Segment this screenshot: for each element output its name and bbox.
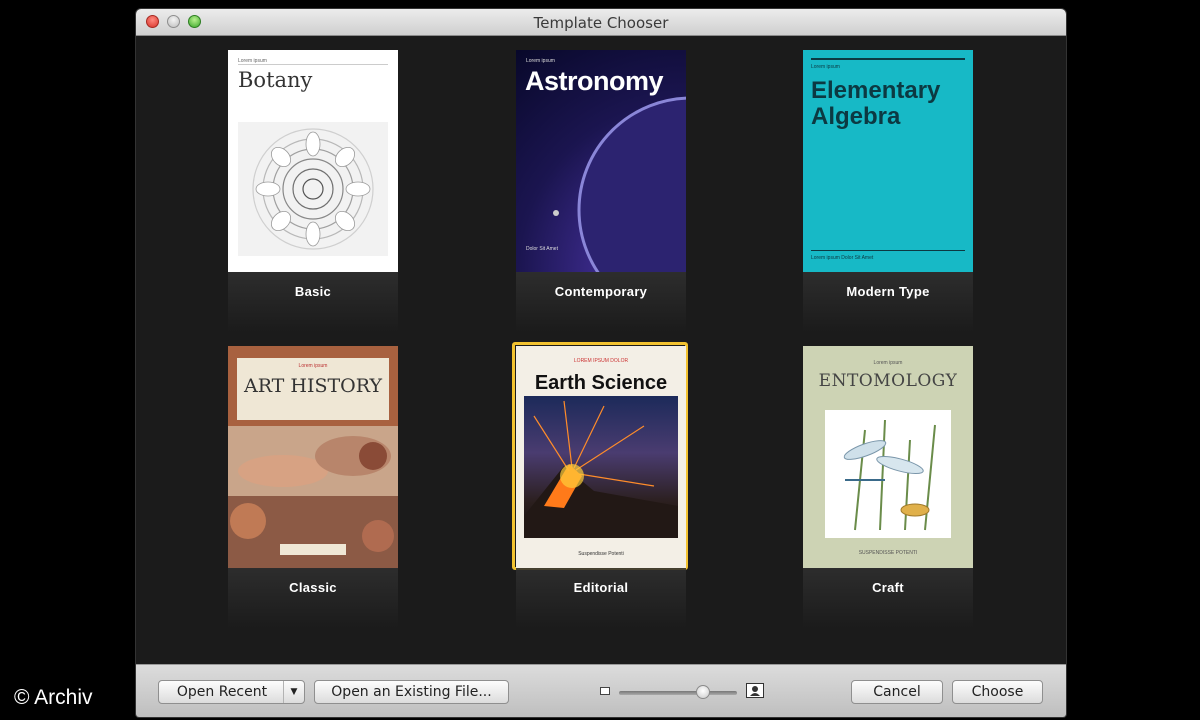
choose-button[interactable]: Choose (952, 680, 1043, 704)
cover-title: ENTOMOLOGY (818, 371, 958, 391)
cover-title: ART HISTORY (243, 375, 382, 397)
cover-earth-science: LOREM IPSUM DOLOR Earth Science Suspendi… (516, 346, 686, 568)
bottom-toolbar: Open Recent ▼ Open an Existing File... C… (136, 664, 1066, 717)
template-chooser-window: Template Chooser Lorem ipsum Botany Basi… (136, 9, 1066, 717)
chevron-down-icon: ▼ (283, 681, 304, 703)
open-existing-file-button[interactable]: Open an Existing File... (314, 680, 509, 704)
cover-algebra: Lorem ipsum Elementary Algebra Lorem ips… (803, 50, 973, 272)
template-label-contemporary: Contemporary (554, 284, 648, 299)
template-label-basic: Basic (294, 284, 332, 299)
template-editorial[interactable]: LOREM IPSUM DOLOR Earth Science Suspendi… (512, 342, 688, 646)
cover-title: Elementary Algebra (811, 77, 941, 130)
zoom-slider-track[interactable] (619, 691, 737, 695)
open-recent-popup-button[interactable]: Open Recent ▼ (158, 680, 305, 704)
template-label-modern-type: Modern Type (846, 284, 930, 299)
large-thumbnail-icon (746, 683, 764, 698)
cover-title: Botany (238, 68, 313, 92)
template-label-classic: Classic (289, 580, 337, 595)
template-craft[interactable]: Lorem ipsum ENTOMOLOGY SUSPENDISSE POTEN… (803, 346, 973, 646)
dragonfly-illustration (825, 410, 951, 538)
cover-art-history: Lorem ipsum ART HISTORY (228, 346, 398, 568)
cover-astronomy: Lorem ipsum Astronomy Dolor Sit Amet (516, 50, 686, 272)
template-label-craft: Craft (872, 580, 904, 595)
template-grid: Lorem ipsum Botany Basic Lorem ipsum Ast… (136, 36, 1066, 664)
template-label-editorial: Editorial (573, 580, 629, 595)
dahlia-flower-image (238, 122, 388, 256)
title-bar[interactable]: Template Chooser (136, 9, 1066, 36)
template-classic[interactable]: Lorem ipsum ART HISTORY Classic (228, 346, 398, 646)
open-recent-label: Open Recent (176, 684, 268, 700)
volcano-image (524, 396, 678, 538)
zoom-slider-knob[interactable] (696, 685, 710, 699)
template-basic[interactable]: Lorem ipsum Botany Basic (228, 50, 398, 350)
copyright-watermark: © Archiv (14, 686, 93, 709)
small-thumbnail-icon (600, 687, 610, 695)
cancel-button[interactable]: Cancel (851, 680, 943, 704)
cover-entomology: Lorem ipsum ENTOMOLOGY SUSPENDISSE POTEN… (803, 346, 973, 568)
template-contemporary[interactable]: Lorem ipsum Astronomy Dolor Sit Amet Con… (516, 50, 686, 350)
template-modern-type[interactable]: Lorem ipsum Elementary Algebra Lorem ips… (803, 50, 973, 350)
cover-title: Earth Science (534, 372, 668, 394)
cover-botany: Lorem ipsum Botany (228, 50, 398, 272)
window-title: Template Chooser (533, 14, 669, 32)
planet-image (553, 96, 686, 272)
